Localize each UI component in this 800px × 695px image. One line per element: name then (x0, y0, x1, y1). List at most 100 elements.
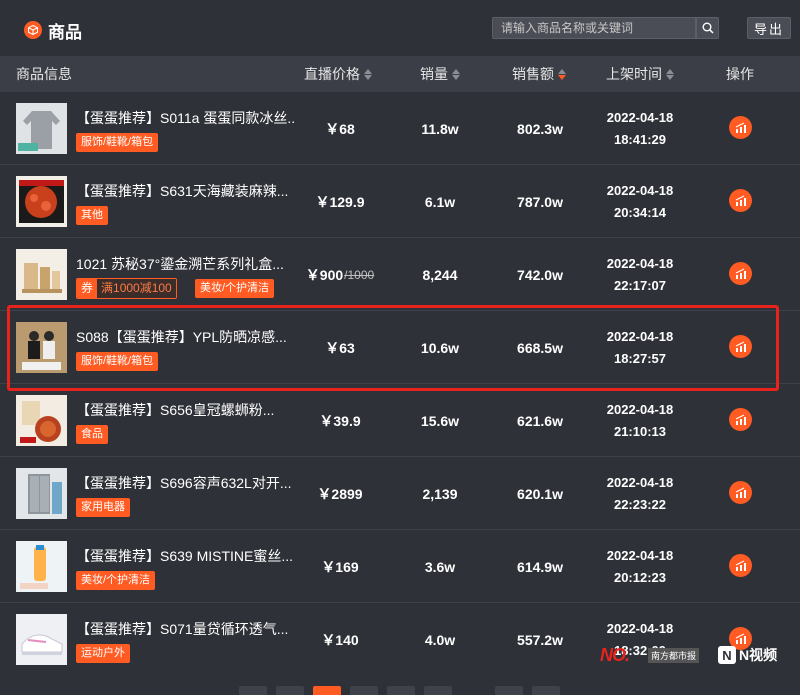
analytics-button[interactable] (729, 335, 752, 358)
live-price: ￥63 (325, 339, 355, 356)
analytics-button[interactable] (729, 481, 752, 504)
table-row[interactable]: 【蛋蛋推荐】S011a 蛋蛋同款冰丝... 服饰/鞋靴/箱包 ￥68 11.8w… (0, 92, 800, 165)
page-button[interactable] (239, 686, 267, 695)
sort-desc-active-icon[interactable] (558, 68, 566, 80)
table-row[interactable]: 【蛋蛋推荐】S639 MISTINE蜜丝... 美妆/个护清洁 ￥169 3.6… (0, 530, 800, 603)
analytics-button[interactable] (729, 408, 752, 431)
column-header-actions: 操作 (726, 66, 754, 82)
category-tag: 运动户外 (76, 644, 130, 663)
product-thumbnail[interactable] (16, 468, 67, 519)
product-thumbnail[interactable] (16, 103, 67, 154)
coupon-text: 满1000减100 (97, 279, 176, 298)
watermark-nandu-logo: NO. (600, 645, 630, 665)
product-thumbnail[interactable] (16, 614, 67, 665)
product-name[interactable]: 【蛋蛋推荐】S071量贷循环透气... (76, 619, 294, 639)
analytics-button[interactable] (729, 116, 752, 139)
product-name[interactable]: 1021 苏秘37°鎏金溯芒系列礼盒... (76, 254, 294, 274)
product-name[interactable]: S088【蛋蛋推荐】YPL防晒凉感... (76, 327, 294, 347)
page-button[interactable] (424, 686, 452, 695)
listing-time: 2022-04-18 21:10:13 (606, 401, 674, 439)
bar-chart-icon (735, 122, 746, 133)
search-input[interactable] (492, 17, 696, 39)
product-thumbnail[interactable] (16, 249, 67, 300)
bar-chart-icon (735, 633, 746, 644)
sort-icon[interactable] (666, 68, 674, 80)
table-row[interactable]: 【蛋蛋推荐】S696容声632L对开... 家用电器 ￥2899 2,139 6… (0, 457, 800, 530)
original-price: /1000 (344, 267, 375, 282)
watermark-nvideo-logo: N N视频 (718, 645, 777, 665)
table-row[interactable]: 【蛋蛋推荐】S631天海藏装麻辣... 其他 ￥129.9 6.1w 787.0… (0, 165, 800, 238)
category-tag: 家用电器 (76, 498, 130, 517)
product-thumbnail[interactable] (16, 322, 67, 373)
pagination (0, 684, 800, 695)
sales-count: 3.6w (424, 558, 456, 575)
listing-time: 2022-04-18 20:34:14 (606, 182, 674, 220)
listing-time: 2022-04-18 22:23:22 (606, 474, 674, 512)
category-tag: 美妆/个护清洁 (76, 571, 156, 590)
sales-count: 10.6w (420, 339, 460, 356)
table-row[interactable]: 【蛋蛋推荐】S071量贷循环透气... 运动户外 ￥140 4.0w 557.2… (0, 603, 800, 676)
revenue: 621.6w (517, 412, 563, 429)
column-header-revenue[interactable]: 销售额 (512, 56, 566, 92)
page-button[interactable] (350, 686, 378, 695)
column-header-live-price[interactable]: 直播价格 (304, 56, 372, 92)
search-button[interactable] (696, 17, 719, 39)
sort-icon[interactable] (364, 68, 372, 80)
product-name[interactable]: 【蛋蛋推荐】S639 MISTINE蜜丝... (76, 546, 294, 566)
revenue: 742.0w (517, 266, 563, 283)
live-price: ￥140 (321, 631, 359, 648)
listing-time: 2022-04-18 18:27:57 (606, 328, 674, 366)
coupon-label: 券 (77, 279, 98, 298)
page-button[interactable] (532, 686, 560, 695)
analytics-button[interactable] (729, 189, 752, 212)
product-thumbnail[interactable] (16, 395, 67, 446)
category-tag: 服饰/鞋靴/箱包 (76, 133, 159, 152)
revenue: 802.3w (517, 120, 563, 137)
sales-count: 2,139 (422, 485, 458, 502)
product-thumbnail[interactable] (16, 176, 67, 227)
bar-chart-icon (735, 414, 746, 425)
product-name[interactable]: 【蛋蛋推荐】S631天海藏装麻辣... (76, 181, 294, 201)
export-button[interactable]: 导出 (747, 17, 791, 39)
product-name[interactable]: 【蛋蛋推荐】S696容声632L对开... (76, 473, 294, 493)
analytics-button[interactable] (729, 262, 752, 285)
product-name[interactable]: 【蛋蛋推荐】S011a 蛋蛋同款冰丝... (76, 108, 294, 128)
watermark-nandu-sub: 南方都市报 (648, 648, 700, 663)
live-price: ￥169 (321, 558, 359, 575)
coupon-badge: 券 满1000减100 (76, 278, 177, 299)
page-button-active[interactable] (313, 686, 341, 695)
bar-chart-icon (735, 560, 746, 571)
sales-count: 4.0w (424, 631, 456, 648)
live-price: ￥900/1000 (305, 266, 375, 283)
table-header: 商品信息 直播价格 销量 销售额 上架时间 操作 (0, 56, 800, 92)
search-icon (702, 22, 714, 34)
revenue: 620.1w (517, 485, 563, 502)
listing-time: 2022-04-18 20:12:23 (606, 547, 674, 585)
column-header-product-info: 商品信息 (16, 66, 72, 82)
product-name[interactable]: 【蛋蛋推荐】S656皇冠螺蛳粉... (76, 400, 294, 420)
column-header-sales[interactable]: 销量 (420, 56, 460, 92)
live-price: ￥39.9 (319, 412, 361, 429)
revenue: 557.2w (517, 631, 563, 648)
category-tag: 美妆/个护清洁 (195, 279, 275, 298)
column-header-listing-time[interactable]: 上架时间 (606, 56, 674, 92)
table-row[interactable]: S088【蛋蛋推荐】YPL防晒凉感... 服饰/鞋靴/箱包 ￥63 10.6w … (0, 311, 800, 384)
page-title: 商品 (48, 23, 82, 42)
page-button[interactable] (276, 686, 304, 695)
sales-count: 11.8w (421, 120, 459, 137)
listing-time: 2022-04-18 22:17:07 (606, 255, 674, 293)
sales-count: 15.6w (420, 412, 460, 429)
product-thumbnail[interactable] (16, 541, 67, 592)
analytics-button[interactable] (729, 554, 752, 577)
page-button[interactable] (495, 686, 523, 695)
revenue: 668.5w (517, 339, 563, 356)
table-row[interactable]: 【蛋蛋推荐】S656皇冠螺蛳粉... 食品 ￥39.9 15.6w 621.6w… (0, 384, 800, 457)
live-price: ￥129.9 (315, 193, 365, 210)
page-button[interactable] (387, 686, 415, 695)
sort-icon[interactable] (452, 68, 460, 80)
product-box-icon (24, 21, 42, 39)
sales-count: 6.1w (424, 193, 456, 210)
listing-time: 2022-04-18 18:41:29 (606, 109, 674, 147)
table-row[interactable]: 1021 苏秘37°鎏金溯芒系列礼盒... 券 满1000减100 美妆/个护清… (0, 238, 800, 311)
category-tag: 食品 (76, 425, 108, 444)
